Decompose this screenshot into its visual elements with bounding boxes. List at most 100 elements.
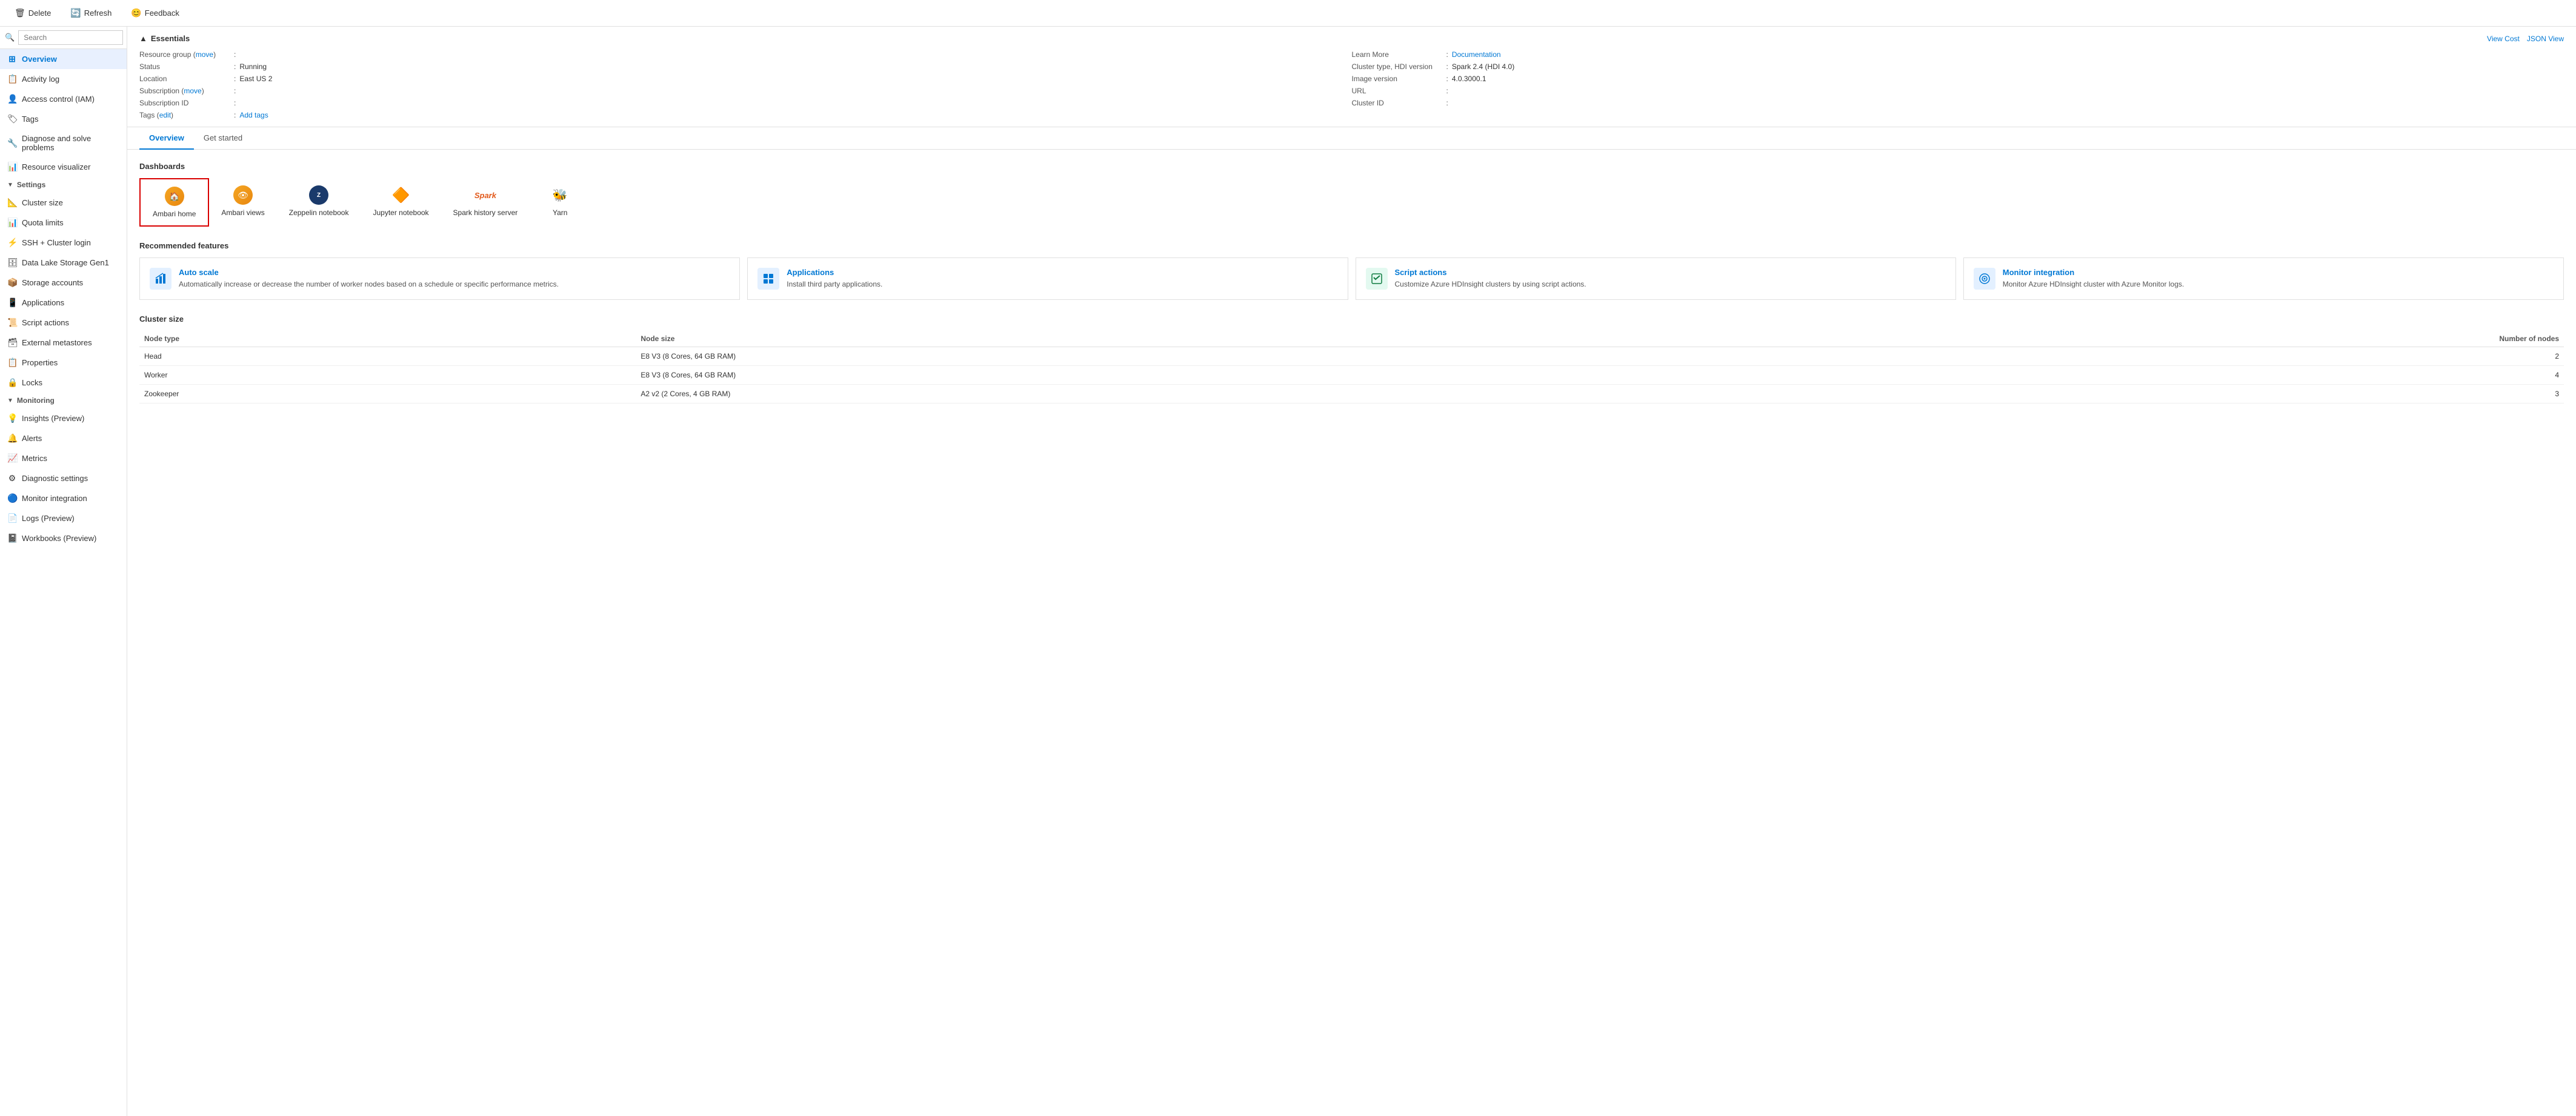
- script-actions-feature-icon: [1366, 268, 1388, 290]
- essentials-row-tags: Tags (edit) : Add tags: [139, 111, 1352, 119]
- essentials-title: ▲ Essentials: [139, 34, 190, 43]
- properties-icon: 📋: [7, 357, 17, 368]
- sidebar-item-diagnose[interactable]: 🔧 Diagnose and solve problems: [0, 129, 127, 157]
- autoscale-icon: [150, 268, 171, 290]
- essentials-row-cluster-type: Cluster type, HDI version : Spark 2.4 (H…: [1352, 62, 2564, 71]
- insights-icon: 💡: [7, 413, 17, 423]
- refresh-button[interactable]: 🔄 Refresh: [65, 5, 116, 21]
- sidebar-item-overview[interactable]: ⊞ Overview: [0, 49, 127, 69]
- sidebar-item-storage-accounts[interactable]: 📦 Storage accounts: [0, 273, 127, 293]
- add-tags-link[interactable]: Add tags: [239, 111, 268, 119]
- essentials-right-col: Learn More : Documentation Cluster type,…: [1352, 50, 2564, 119]
- script-actions-icon: 📜: [7, 317, 17, 328]
- tabs-bar: Overview Get started: [127, 127, 2576, 150]
- main-layout: 🔍 ✕ ◀ ⊞ Overview 📋 Activity log 👤 Access…: [0, 27, 2576, 1116]
- spark-icon: Spark: [476, 185, 495, 205]
- storage-accounts-icon: 📦: [7, 277, 17, 288]
- col-num-nodes: Number of nodes: [1795, 331, 2564, 347]
- dashboard-yarn[interactable]: 🐝 Yarn: [530, 178, 590, 227]
- dashboard-spark-history[interactable]: Spark Spark history server: [441, 178, 530, 227]
- search-input[interactable]: [18, 30, 123, 45]
- sidebar-item-data-lake[interactable]: 🗄 Data Lake Storage Gen1: [0, 253, 127, 273]
- sidebar-item-resource-visualizer[interactable]: 📊 Resource visualizer: [0, 157, 127, 177]
- tags-edit-link[interactable]: edit: [159, 111, 171, 119]
- feedback-button[interactable]: 😊 Feedback: [126, 5, 184, 21]
- essentials-links: View Cost JSON View: [2487, 35, 2564, 43]
- sidebar-item-access-control[interactable]: 👤 Access control (IAM): [0, 89, 127, 109]
- json-view-link[interactable]: JSON View: [2527, 35, 2564, 43]
- feature-monitor-integration[interactable]: Monitor integration Monitor Azure HDInsi…: [1963, 257, 2564, 300]
- logs-icon: 📄: [7, 513, 17, 523]
- settings-chevron-icon: ▼: [7, 182, 13, 188]
- monitoring-section-header[interactable]: ▼ Monitoring: [0, 393, 127, 408]
- sidebar-item-metrics[interactable]: 📈 Metrics: [0, 448, 127, 468]
- col-node-type: Node type: [139, 331, 636, 347]
- essentials-row-cluster-id: Cluster ID :: [1352, 99, 2564, 107]
- documentation-link[interactable]: Documentation: [1452, 50, 1501, 59]
- feature-script-actions[interactable]: Script actions Customize Azure HDInsight…: [1356, 257, 1956, 300]
- locks-icon: 🔒: [7, 377, 17, 388]
- sidebar-item-script-actions[interactable]: 📜 Script actions: [0, 313, 127, 333]
- sidebar-item-locks[interactable]: 🔒 Locks: [0, 373, 127, 393]
- essentials-grid: Resource group (move) : Status : Running…: [139, 50, 2564, 119]
- refresh-icon: 🔄: [70, 8, 81, 18]
- essentials-row-location: Location : East US 2: [139, 75, 1352, 83]
- sidebar-item-insights[interactable]: 💡 Insights (Preview): [0, 408, 127, 428]
- dashboard-ambari-views[interactable]: 👁 Ambari views: [209, 178, 276, 227]
- dashboard-ambari-home[interactable]: 🏠 Ambari home: [139, 178, 209, 227]
- recommended-features-title: Recommended features: [139, 241, 2564, 250]
- essentials-collapse-icon[interactable]: ▲: [139, 34, 147, 43]
- jupyter-icon: 🔶: [391, 185, 411, 205]
- delete-button[interactable]: 🗑 Delete: [10, 5, 56, 21]
- essentials-row-status: Status : Running: [139, 62, 1352, 71]
- sidebar-item-tags[interactable]: 🏷 Tags: [0, 109, 127, 129]
- tab-get-started[interactable]: Get started: [194, 127, 252, 150]
- sidebar-item-diagnostic-settings[interactable]: ⚙ Diagnostic settings: [0, 468, 127, 488]
- subscription-move-link[interactable]: move: [184, 87, 201, 95]
- yarn-icon: 🐝: [550, 185, 570, 205]
- monitor-integration-icon: 🔵: [7, 493, 17, 503]
- toolbar: 🗑 Delete 🔄 Refresh 😊 Feedback: [0, 0, 2576, 27]
- col-node-size: Node size: [636, 331, 1794, 347]
- feature-auto-scale[interactable]: Auto scale Automatically increase or dec…: [139, 257, 740, 300]
- settings-section-header[interactable]: ▼ Settings: [0, 177, 127, 193]
- view-cost-link[interactable]: View Cost: [2487, 35, 2520, 43]
- dashboards-title: Dashboards: [139, 162, 2564, 171]
- features-grid: Auto scale Automatically increase or dec…: [139, 257, 2564, 300]
- diagnostic-settings-icon: ⚙: [7, 473, 17, 483]
- feedback-icon: 😊: [131, 8, 141, 18]
- zeppelin-icon: Z: [309, 185, 328, 205]
- resource-group-move-link[interactable]: move: [196, 50, 213, 59]
- diagnose-icon: 🔧: [7, 138, 17, 148]
- sidebar-item-cluster-size[interactable]: 📐 Cluster size: [0, 193, 127, 213]
- sidebar-item-alerts[interactable]: 🔔 Alerts: [0, 428, 127, 448]
- ambari-views-icon: 👁: [233, 185, 253, 205]
- external-metastores-icon: 🗃: [7, 337, 17, 348]
- tags-icon: 🏷: [7, 114, 17, 124]
- applications-feature-icon: [757, 268, 779, 290]
- sidebar-item-monitor-integration[interactable]: 🔵 Monitor integration: [0, 488, 127, 508]
- dashboard-jupyter-notebook[interactable]: 🔶 Jupyter notebook: [361, 178, 441, 227]
- activity-log-icon: 📋: [7, 74, 17, 84]
- essentials-row-learn-more: Learn More : Documentation: [1352, 50, 2564, 59]
- data-lake-icon: 🗄: [7, 257, 17, 268]
- sidebar-item-logs[interactable]: 📄 Logs (Preview): [0, 508, 127, 528]
- sidebar-item-workbooks[interactable]: 📓 Workbooks (Preview): [0, 528, 127, 548]
- workbooks-icon: 📓: [7, 533, 17, 543]
- sidebar-item-ssh-login[interactable]: ⚡ SSH + Cluster login: [0, 233, 127, 253]
- tab-overview[interactable]: Overview: [139, 127, 194, 150]
- sidebar-item-activity-log[interactable]: 📋 Activity log: [0, 69, 127, 89]
- ambari-home-icon: 🏠: [165, 187, 184, 206]
- sidebar-item-properties[interactable]: 📋 Properties: [0, 353, 127, 373]
- feature-applications[interactable]: Applications Install third party applica…: [747, 257, 1348, 300]
- cluster-size-icon: 📐: [7, 198, 17, 208]
- essentials-row-subscription-id: Subscription ID :: [139, 99, 1352, 107]
- sidebar-item-applications[interactable]: 📱 Applications: [0, 293, 127, 313]
- essentials-left-col: Resource group (move) : Status : Running…: [139, 50, 1352, 119]
- sidebar-item-quota-limits[interactable]: 📊 Quota limits: [0, 213, 127, 233]
- sidebar-item-external-metastores[interactable]: 🗃 External metastores: [0, 333, 127, 353]
- essentials-row-image-version: Image version : 4.0.3000.1: [1352, 75, 2564, 83]
- cluster-size-title: Cluster size: [139, 314, 2564, 324]
- dashboards-row: 🏠 Ambari home 👁 Ambari views Z Zeppelin …: [139, 178, 2564, 227]
- dashboard-zeppelin-notebook[interactable]: Z Zeppelin notebook: [277, 178, 361, 227]
